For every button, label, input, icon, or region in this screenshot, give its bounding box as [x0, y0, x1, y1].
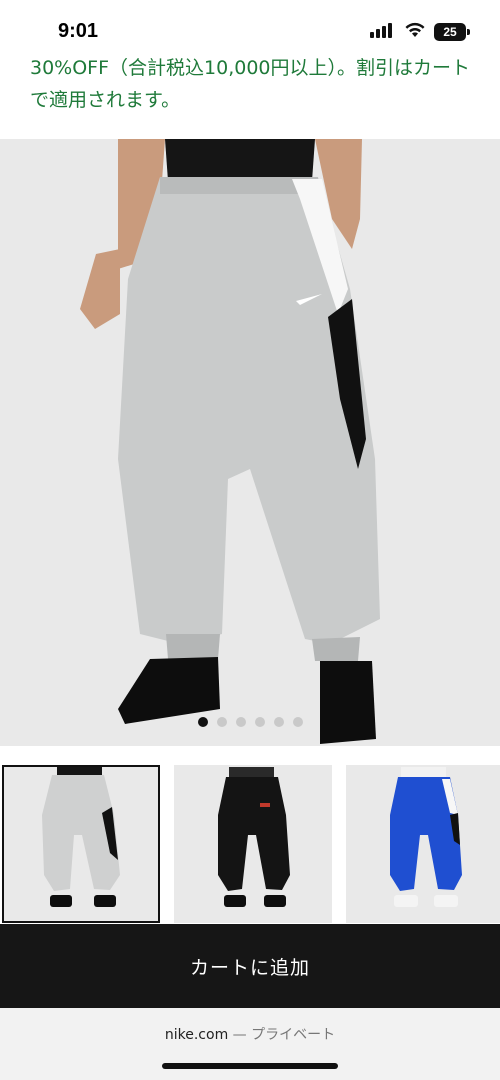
home-indicator	[162, 1063, 338, 1069]
carousel-dot[interactable]	[235, 717, 246, 727]
browser-footer: nike.com — プライベート	[0, 1008, 500, 1080]
carousel-dot[interactable]	[216, 717, 227, 727]
wifi-icon	[404, 22, 426, 42]
carousel-dot[interactable]	[197, 717, 208, 727]
product-main-image[interactable]	[0, 139, 500, 746]
color-thumbnails	[0, 765, 500, 925]
carousel-dot[interactable]	[254, 717, 265, 727]
thumbnail-gray[interactable]	[2, 765, 160, 923]
status-icons: 25	[370, 22, 470, 42]
browser-url-bar[interactable]: nike.com — プライベート	[0, 1024, 500, 1044]
thumbnail-black[interactable]	[174, 765, 332, 923]
browser-separator: —	[232, 1027, 247, 1043]
status-time: 9:01	[58, 20, 99, 42]
status-bar: 9:01 25	[0, 0, 500, 60]
thumbnail-blue[interactable]	[346, 765, 500, 923]
battery-icon: 25	[434, 23, 470, 41]
carousel-dot[interactable]	[292, 717, 303, 727]
add-to-cart-button[interactable]: カートに追加	[0, 924, 500, 1008]
carousel-dot[interactable]	[273, 717, 284, 727]
carousel-indicator[interactable]	[0, 717, 500, 727]
browser-domain: nike.com	[164, 1027, 229, 1043]
add-to-cart-label: カートに追加	[189, 956, 310, 979]
browser-private-mode: プライベート	[251, 1027, 336, 1043]
promo-text: 30%OFF（合計税込10,000円以上）。割引はカートで適用されます。	[30, 57, 471, 111]
cellular-signal-icon	[370, 22, 396, 42]
